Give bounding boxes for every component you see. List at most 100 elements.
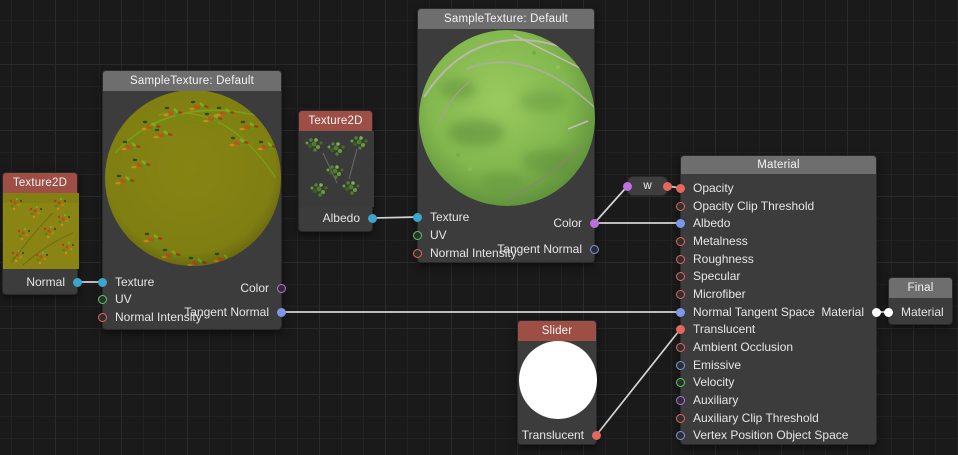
node-texture2d-albedo[interactable]: Texture2D Albedo xyxy=(298,110,373,232)
port-swizzle-output[interactable] xyxy=(663,182,672,191)
output-row-normal: Normal xyxy=(26,274,77,290)
sphere-preview-normal xyxy=(103,91,283,277)
output-row-albedo: Albedo xyxy=(323,210,372,226)
port-label-material: Material xyxy=(901,305,944,319)
material-input-translucent: Translucent xyxy=(681,321,755,337)
output-row-color: Color xyxy=(553,215,594,231)
material-input-opacity-clip-threshold: Opacity Clip Threshold xyxy=(681,198,814,214)
port-normal-intensity-input[interactable] xyxy=(413,249,422,258)
port-label-texture: Texture xyxy=(115,275,154,289)
port-auxiliary[interactable] xyxy=(676,396,685,405)
port-label: Opacity xyxy=(693,181,734,195)
port-texture-input[interactable] xyxy=(413,213,422,222)
port-label: Auxiliary Clip Threshold xyxy=(693,411,819,425)
texture-preview-albedo-map xyxy=(299,131,374,207)
input-row-texture: Texture xyxy=(418,209,469,225)
material-input-velocity: Velocity xyxy=(681,374,734,390)
port-label: Albedo xyxy=(693,216,730,230)
node-header[interactable]: SampleTexture: Default xyxy=(418,9,594,29)
port-material-output[interactable] xyxy=(872,308,881,317)
port-label: Roughness xyxy=(693,252,754,266)
node-header[interactable]: Slider xyxy=(518,321,596,341)
port-label: Velocity xyxy=(693,375,734,389)
material-input-microfiber: Microfiber xyxy=(681,286,746,302)
port-label: Opacity Clip Threshold xyxy=(693,199,814,213)
port-albedo[interactable] xyxy=(676,219,685,228)
material-input-vertex-position-object-space: Vertex Position Object Space xyxy=(681,427,848,443)
port-ambient-occlusion[interactable] xyxy=(676,343,685,352)
port-texture-input[interactable] xyxy=(98,278,107,287)
port-label-texture: Texture xyxy=(430,210,469,224)
port-uv-input[interactable] xyxy=(98,295,107,304)
material-input-normal-tangent-space: Normal Tangent Space xyxy=(681,304,815,320)
port-label: Auxiliary xyxy=(693,393,738,407)
port-microfiber[interactable] xyxy=(676,290,685,299)
port-label-tangent-normal: Tangent Normal xyxy=(497,242,582,256)
material-input-auxiliary: Auxiliary xyxy=(681,392,738,408)
port-normal-intensity-input[interactable] xyxy=(98,313,107,322)
port-vertex-position-object-space[interactable] xyxy=(676,431,685,440)
input-row-uv: UV xyxy=(103,291,132,307)
port-label: Vertex Position Object Space xyxy=(693,428,848,442)
port-final-material-input[interactable] xyxy=(884,308,893,317)
node-header[interactable]: Texture2D xyxy=(299,111,372,131)
port-label-uv: UV xyxy=(115,292,132,306)
material-input-specular: Specular xyxy=(681,268,740,284)
port-label-normal: Normal xyxy=(26,275,65,289)
node-swizzle-w[interactable]: w xyxy=(627,176,668,196)
port-label: Ambient Occlusion xyxy=(693,340,793,354)
port-normal-tangent-space[interactable] xyxy=(676,308,685,317)
port-opacity-clip-threshold[interactable] xyxy=(676,202,685,211)
material-input-emissive: Emissive xyxy=(681,357,741,373)
port-color-output[interactable] xyxy=(590,219,599,228)
node-final[interactable]: Final Material xyxy=(888,277,953,325)
port-label-albedo: Albedo xyxy=(323,211,360,225)
port-label: Microfiber xyxy=(693,287,746,301)
node-sampletexture-normal[interactable]: SampleTexture: Default xyxy=(102,70,282,330)
material-input-ambient-occlusion: Ambient Occlusion xyxy=(681,339,793,355)
port-opacity[interactable] xyxy=(676,184,685,193)
slider-value-preview xyxy=(518,341,598,423)
material-input-roughness: Roughness xyxy=(681,251,754,267)
material-output-row: Material xyxy=(821,304,876,320)
port-label: Emissive xyxy=(693,358,741,372)
port-label: Normal Tangent Space xyxy=(693,305,815,319)
port-translucent[interactable] xyxy=(676,325,685,334)
port-tangent-normal-output[interactable] xyxy=(590,245,599,254)
port-label-material-output: Material xyxy=(821,305,864,319)
input-row-texture: Texture xyxy=(103,274,154,290)
port-label-tangent-normal: Tangent Normal xyxy=(184,305,269,319)
port-metalness[interactable] xyxy=(676,237,685,246)
port-normal-output[interactable] xyxy=(73,278,82,287)
port-label: Translucent xyxy=(693,322,755,336)
port-auxiliary-clip-threshold[interactable] xyxy=(676,414,685,423)
node-header[interactable]: Final xyxy=(889,278,952,298)
node-header[interactable]: Texture2D xyxy=(3,173,77,193)
port-translucent-output[interactable] xyxy=(592,431,601,440)
node-texture2d-normal[interactable]: Texture2D Normal xyxy=(2,172,78,295)
port-label: Metalness xyxy=(693,234,748,248)
shader-graph-canvas[interactable]: Texture2D Normal SampleTexture: Def xyxy=(0,0,958,455)
port-velocity[interactable] xyxy=(676,378,685,387)
material-input-metalness: Metalness xyxy=(681,233,748,249)
material-input-auxiliary-clip-threshold: Auxiliary Clip Threshold xyxy=(681,410,819,426)
port-swizzle-input[interactable] xyxy=(623,182,632,191)
port-label-translucent: Translucent xyxy=(522,428,584,442)
texture-preview-normal-map xyxy=(3,193,79,269)
port-roughness[interactable] xyxy=(676,255,685,264)
port-label-color: Color xyxy=(553,216,582,230)
port-color-output[interactable] xyxy=(277,284,286,293)
port-uv-input[interactable] xyxy=(413,231,422,240)
port-specular[interactable] xyxy=(676,272,685,281)
node-header[interactable]: Material xyxy=(681,156,876,174)
node-material[interactable]: Material Opacity Opacity Clip Threshold … xyxy=(680,155,877,445)
material-input-opacity: Opacity xyxy=(681,180,734,196)
node-sampletexture-albedo[interactable]: SampleTexture: Default xyxy=(417,8,595,263)
port-emissive[interactable] xyxy=(676,361,685,370)
port-tangent-normal-output[interactable] xyxy=(277,308,286,317)
port-albedo-output[interactable] xyxy=(368,214,377,223)
node-header[interactable]: SampleTexture: Default xyxy=(103,71,281,91)
node-slider[interactable]: Slider Translucent xyxy=(517,320,597,445)
input-row-uv: UV xyxy=(418,227,447,243)
final-input-material: Material xyxy=(889,304,944,320)
